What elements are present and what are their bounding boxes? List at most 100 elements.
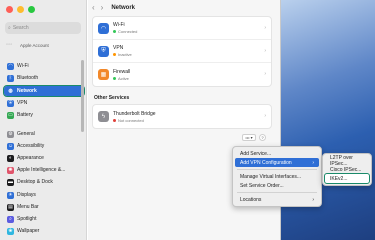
accessibility-icon: ☺ <box>7 142 14 150</box>
submenu-item-ikev2[interactable]: IKEv2... <box>324 173 370 184</box>
service-status: Inactive <box>113 52 132 57</box>
dock-icon: ▬ <box>7 178 14 186</box>
submenu-item-label: Cisco IPSec... <box>330 166 362 173</box>
sidebar-item-appearance[interactable]: ◐ Appearance <box>4 153 84 163</box>
sidebar-item-wallpaper[interactable]: ❀ Wallpaper <box>4 226 84 236</box>
chevron-right-icon: › <box>264 71 266 77</box>
gear-icon: ⚙ <box>7 130 14 138</box>
service-name: VPN <box>113 45 124 51</box>
chevron-right-icon: › <box>264 48 266 54</box>
forward-icon[interactable]: › <box>101 3 104 12</box>
sidebar-item-label: Menu Bar <box>17 204 39 210</box>
sidebar-item-spotlight[interactable]: ⌕ Spotlight <box>4 214 84 224</box>
service-status: Active <box>113 76 130 81</box>
service-text: Wi-Fi Connected <box>113 22 137 34</box>
service-row-thunderbolt-bridge[interactable]: ϟ Thunderbolt Bridge Not connected › <box>93 105 271 128</box>
submenu-item-label: L2TP over IPSec... <box>330 154 353 167</box>
menu-item-label: Add VPN Configuration <box>240 159 292 166</box>
window-controls <box>6 6 35 13</box>
status-text: Not connected <box>118 117 144 123</box>
menu-item-label: Manage Virtual Interfaces... <box>240 173 302 180</box>
chevron-right-icon: › <box>264 25 266 31</box>
sidebar-item-label: Wallpaper <box>17 228 40 234</box>
service-row-firewall[interactable]: ▦ Firewall Active › <box>93 63 271 86</box>
submenu-item-label: IKEv2... <box>330 175 348 182</box>
menu-separator <box>237 169 317 170</box>
vpn-icon: ⛨ <box>98 45 109 57</box>
service-name: Firewall <box>113 68 131 75</box>
toolbar: ‹ › Network <box>92 3 135 12</box>
wifi-icon: ◠ <box>98 22 109 34</box>
status-text: Inactive <box>118 52 132 57</box>
submenu-item-l2tp-over-ipsec[interactable]: L2TP over IPSec... <box>325 154 369 167</box>
menu-item-add-vpn-configuration[interactable]: Add VPN Configuration › <box>235 158 319 167</box>
status-dot <box>113 76 116 80</box>
account-icon: ◦◦◦ <box>6 42 13 48</box>
sidebar: ⌕ Search ◦◦◦ Apple Account ◠ Wi-Fi ᛒ Blueto… <box>0 0 87 240</box>
sidebar-item-vpn[interactable]: ⛨ VPN <box>4 98 84 108</box>
chevron-right-icon: › <box>312 159 314 166</box>
sidebar-item-label: VPN <box>17 100 28 106</box>
search-input[interactable]: ⌕ Search <box>5 22 81 34</box>
sidebar-item-label: Displays <box>17 192 36 198</box>
sidebar-item-battery[interactable]: ▭ Battery <box>4 110 84 120</box>
sidebar-item-displays[interactable]: ☀ Displays <box>4 190 84 200</box>
back-icon[interactable]: ‹ <box>92 3 95 12</box>
search-placeholder: Search <box>12 25 29 31</box>
close-button[interactable] <box>6 6 13 13</box>
menu-item-label: Set Service Order... <box>240 182 284 189</box>
zoom-button[interactable] <box>28 6 35 13</box>
menu-item-locations[interactable]: Locations › <box>235 195 319 204</box>
sidebar-item-bluetooth[interactable]: ᛒ Bluetooth <box>4 73 84 83</box>
sidebar-item-general[interactable]: ⚙ General <box>4 129 84 139</box>
sidebar-item-label: General <box>17 131 35 137</box>
sidebar-item-wi-fi[interactable]: ◠ Wi-Fi <box>4 61 84 71</box>
search-icon: ⌕ <box>8 25 11 31</box>
other-services-card: ϟ Thunderbolt Bridge Not connected › <box>92 104 272 129</box>
sidebar-item-label: Network <box>17 88 37 94</box>
service-row-wi-fi[interactable]: ◠ Wi-Fi Connected › <box>93 17 271 40</box>
sidebar-item-apple-intelligence[interactable]: ✺ Apple Intelligence &... <box>4 165 84 175</box>
menu-item-label: Add Service... <box>240 150 272 157</box>
other-services-heading: Other Services <box>94 95 130 101</box>
sidebar-item-apple-account[interactable]: ◦◦◦ Apple Account <box>6 42 49 49</box>
more-actions-button[interactable]: ••• ▾ <box>242 134 256 141</box>
sidebar-item-label: Accessibility <box>17 143 45 149</box>
sidebar-item-accessibility[interactable]: ☺ Accessibility <box>4 141 84 151</box>
battery-icon: ▭ <box>7 111 14 119</box>
display-icon: ☀ <box>7 191 14 199</box>
chevron-right-icon: › <box>312 196 314 203</box>
minimize-button[interactable] <box>17 6 24 13</box>
menu-item-label: Locations <box>240 196 262 203</box>
service-status: Not connected <box>113 118 156 123</box>
chevron-right-icon: › <box>264 113 266 119</box>
sidebar-item-label: Wi-Fi <box>17 63 29 69</box>
status-dot <box>113 118 116 122</box>
bluetooth-icon: ᛒ <box>7 74 14 82</box>
service-row-vpn[interactable]: ⛨ VPN Inactive › <box>93 40 271 63</box>
vpn-submenu: L2TP over IPSec... Cisco IPSec... IKEv2... <box>322 153 372 186</box>
sidebar-scrollbar[interactable] <box>81 60 84 132</box>
sidebar-item-label: Bluetooth <box>17 75 39 81</box>
sidebar-item-network[interactable]: ◍ Network <box>3 85 85 97</box>
service-text: VPN Inactive <box>113 45 132 57</box>
globe-icon: ◍ <box>7 87 14 95</box>
menu-separator <box>237 192 317 193</box>
sidebar-item-label: Apple Intelligence &... <box>17 167 66 173</box>
help-button[interactable]: ? <box>259 134 266 141</box>
services-card: ◠ Wi-Fi Connected › ⛨ VPN Inactive › ▦ Firewall Ac… <box>92 16 272 87</box>
service-text: Firewall Active <box>113 69 130 81</box>
service-name: Thunderbolt Bridge <box>113 110 156 117</box>
menu-item-set-service-order[interactable]: Set Service Order... <box>235 181 319 190</box>
firewall-icon: ▦ <box>98 69 109 80</box>
wallpaper-icon: ❀ <box>7 227 14 235</box>
vpn-icon: ⛨ <box>7 99 14 107</box>
sidebar-item-label: Battery <box>17 112 33 118</box>
spotlight-icon: ⌕ <box>7 215 14 223</box>
menu-item-manage-virtual-interfaces[interactable]: Manage Virtual Interfaces... <box>235 172 319 181</box>
sidebar-item-desktop-dock[interactable]: ▬ Desktop & Dock <box>4 177 84 187</box>
service-text: Thunderbolt Bridge Not connected <box>113 111 156 123</box>
status-text: Connected <box>118 29 138 34</box>
sidebar-item-menu-bar[interactable]: ▤ Menu Bar <box>4 202 84 212</box>
menu-item-add-service[interactable]: Add Service... <box>235 149 319 158</box>
